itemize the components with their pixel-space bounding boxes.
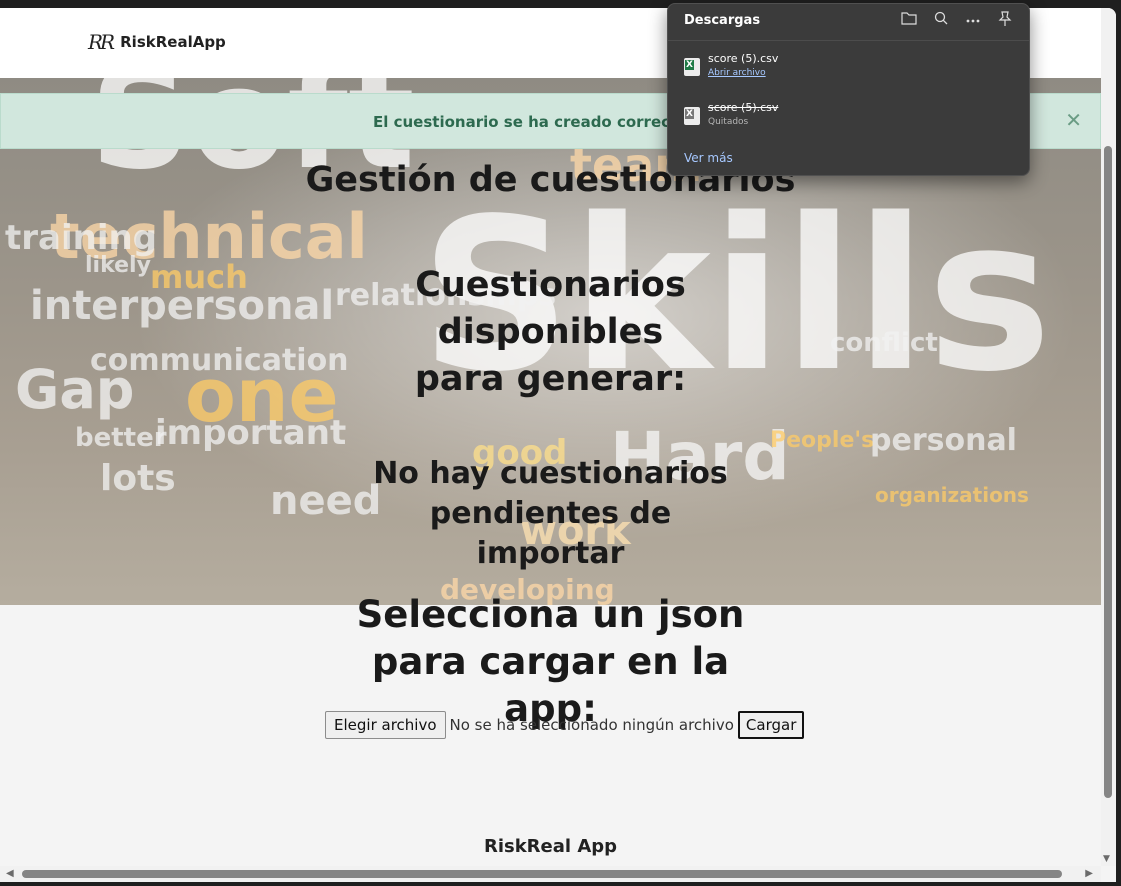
pending-heading-text: No hay cuestionarios pendientes de impor…	[373, 456, 728, 571]
upload-form: Elegir archivo No se ha seleccionado nin…	[325, 711, 805, 739]
file-status-text: No se ha seleccionado ningún archivo	[449, 716, 734, 734]
download-file-name: score (5).csv	[708, 52, 779, 65]
vertical-scroll-thumb[interactable]	[1104, 146, 1112, 798]
downloads-toolbar	[901, 11, 1013, 27]
load-button[interactable]: Cargar	[737, 711, 805, 739]
open-file-link[interactable]: Abrir archivo	[708, 68, 778, 78]
folder-icon[interactable]	[901, 11, 917, 27]
hero-word: People's	[770, 428, 875, 453]
search-icon[interactable]	[933, 11, 949, 27]
download-item[interactable]: score (5).csv Abrir archivo	[684, 52, 778, 78]
downloads-divider	[668, 40, 1029, 41]
hero-word: personal	[870, 423, 1017, 458]
app-logo: RR	[88, 30, 115, 54]
hero-word: important	[155, 413, 347, 453]
download-file-name: score (5).csv	[708, 101, 779, 114]
excel-file-icon	[684, 58, 700, 76]
vertical-scrollbar[interactable]: ▼	[1101, 8, 1116, 866]
downloads-title: Descargas	[684, 13, 761, 28]
pin-icon[interactable]	[997, 11, 1013, 27]
download-status: Quitados	[708, 117, 749, 127]
hero-word: better	[75, 423, 167, 453]
choose-file-button[interactable]: Elegir archivo	[325, 711, 446, 739]
excel-file-icon	[684, 107, 700, 125]
see-more-link[interactable]: Ver más	[684, 151, 733, 165]
footer-text: RiskReal App	[483, 836, 618, 857]
scroll-left-arrow-icon[interactable]: ◀	[6, 868, 14, 879]
close-icon[interactable]: ✕	[1065, 108, 1082, 132]
more-options-icon[interactable]	[965, 11, 981, 27]
app-name: RiskRealApp	[120, 33, 226, 51]
scroll-down-arrow-icon[interactable]: ▼	[1103, 854, 1110, 864]
scroll-right-arrow-icon[interactable]: ▶	[1085, 868, 1093, 879]
pending-questionnaires-heading: No hay cuestionarios pendientes de impor…	[0, 454, 1101, 574]
brand[interactable]: RR RiskRealApp	[88, 30, 226, 54]
available-heading-text: Cuestionarios disponibles para generar:	[414, 265, 687, 399]
hero-word: training	[5, 218, 158, 258]
horizontal-scroll-thumb[interactable]	[22, 870, 1062, 878]
downloads-panel: Descargas score (5).csv Abrir archivo sc…	[667, 3, 1030, 176]
download-item[interactable]: score (5).csv Quitados	[684, 101, 778, 127]
horizontal-scrollbar[interactable]: ◀ ▶	[0, 866, 1101, 882]
available-questionnaires-heading: Cuestionarios disponibles para generar:	[0, 262, 1101, 403]
